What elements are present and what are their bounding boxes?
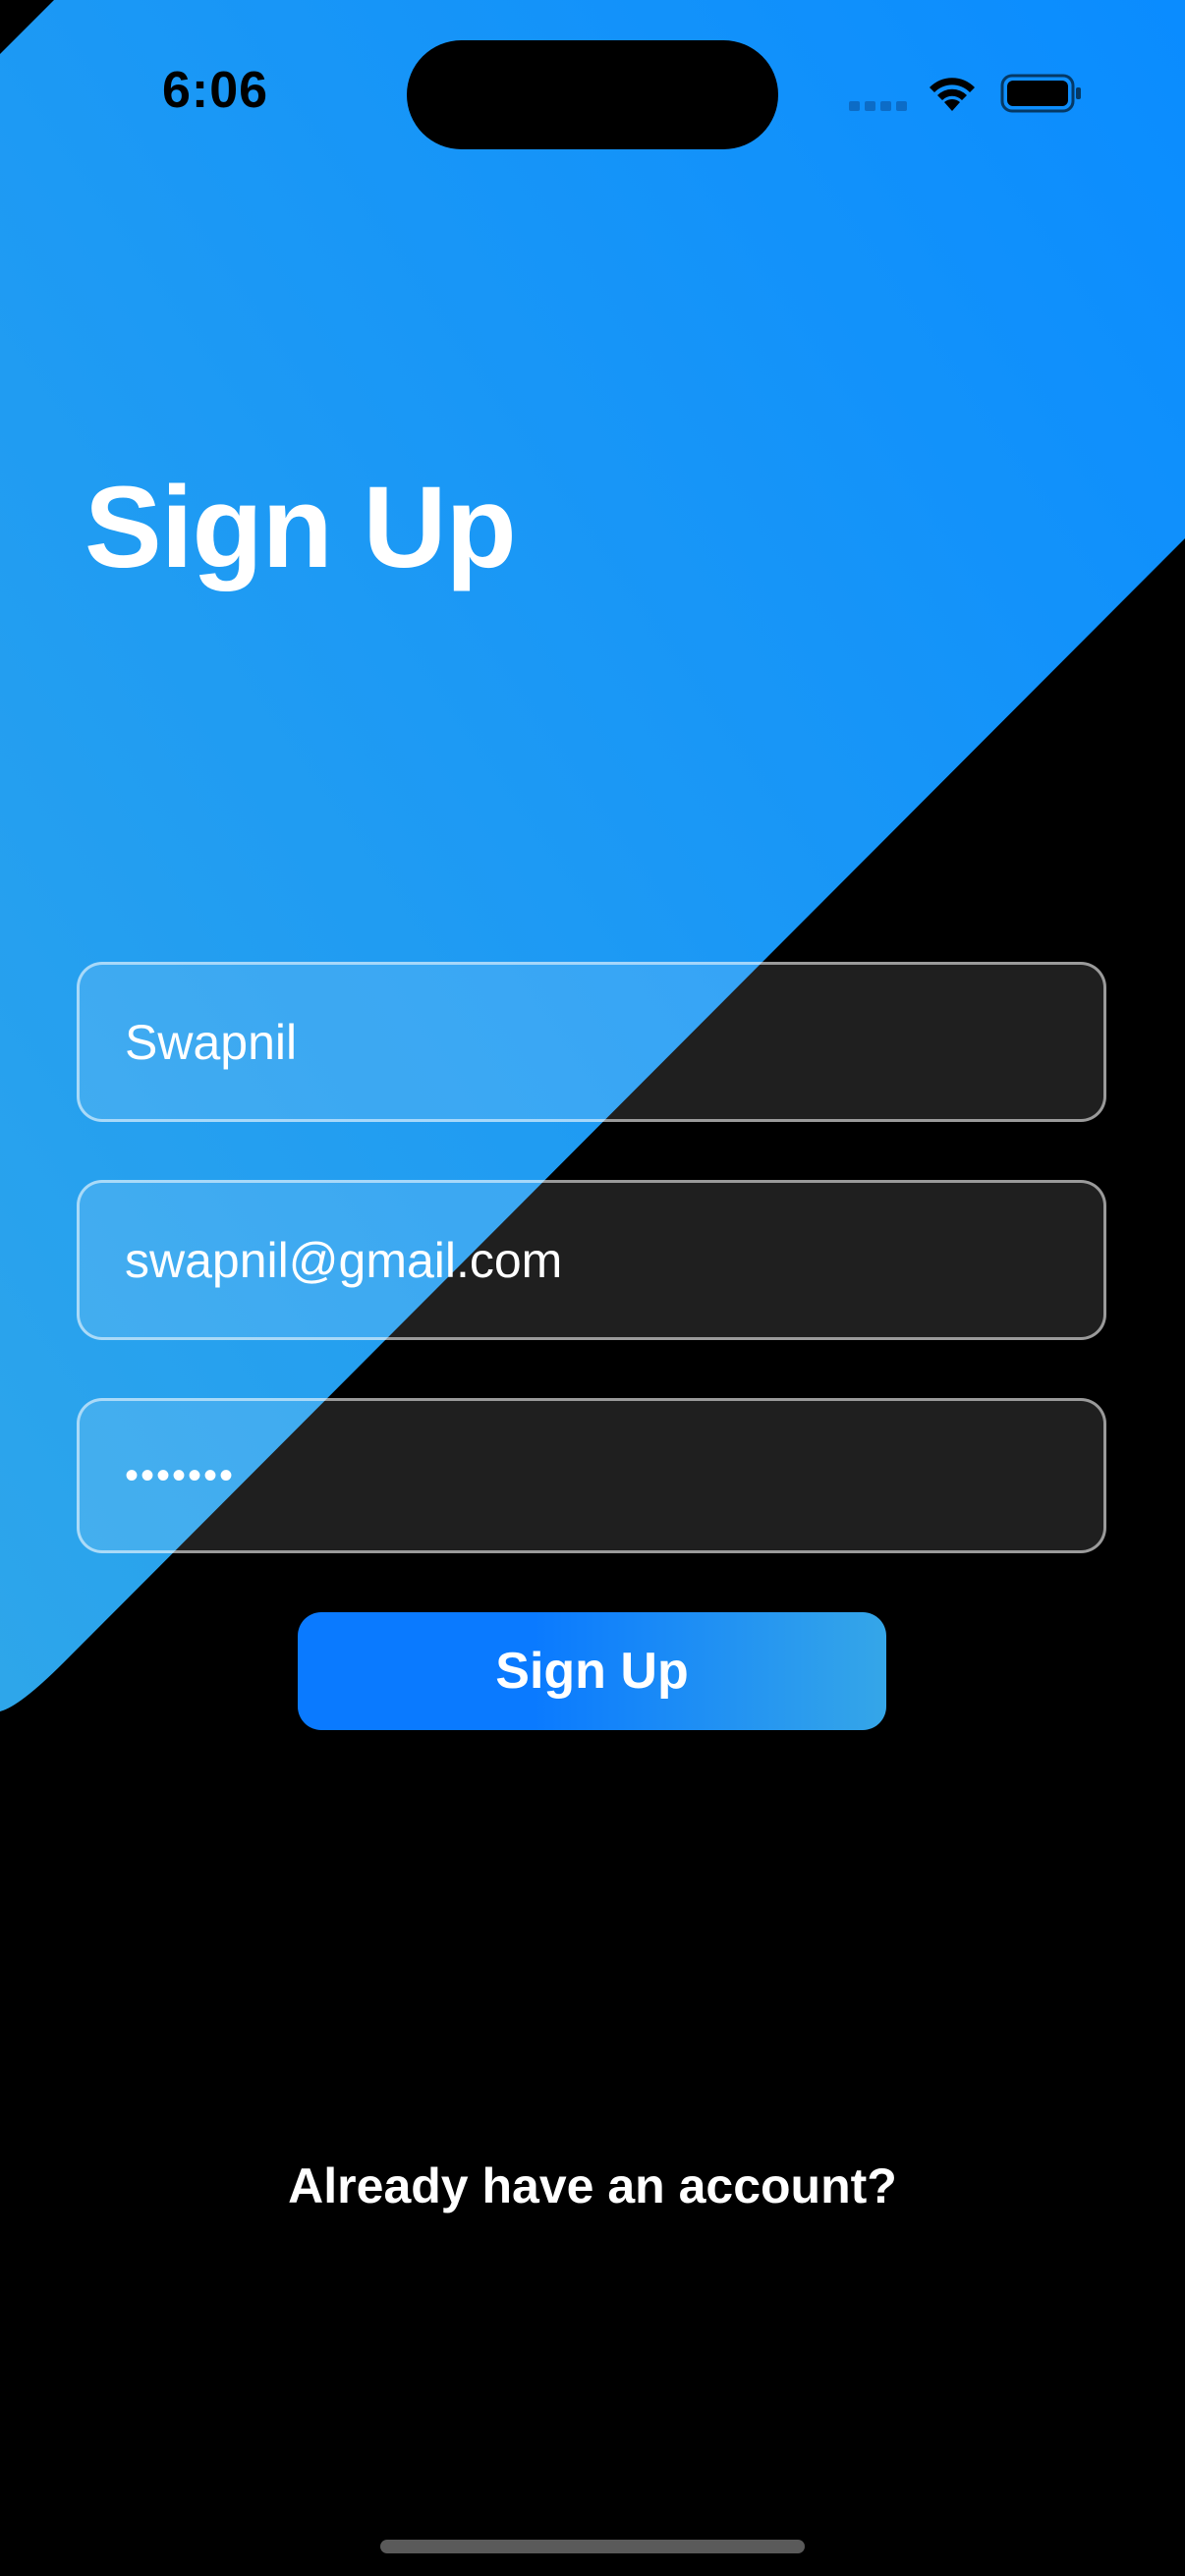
email-field[interactable]	[77, 1180, 1106, 1340]
email-input[interactable]	[80, 1183, 1103, 1337]
signup-screen: 6:06 Sign Up Sign Up Already have an acc…	[0, 0, 1185, 2576]
page-title: Sign Up	[85, 463, 517, 592]
dynamic-island	[407, 40, 778, 149]
name-field[interactable]	[77, 962, 1106, 1122]
battery-icon	[1000, 74, 1081, 113]
cellular-signal-icon	[849, 101, 908, 113]
status-time: 6:06	[162, 62, 269, 119]
password-input[interactable]	[80, 1401, 1103, 1550]
already-have-account-link[interactable]: Already have an account?	[0, 2157, 1185, 2214]
password-field[interactable]	[77, 1398, 1106, 1553]
sign-up-button[interactable]: Sign Up	[298, 1612, 886, 1730]
wifi-icon	[930, 78, 975, 111]
home-indicator[interactable]	[380, 2540, 805, 2553]
name-input[interactable]	[80, 965, 1103, 1119]
